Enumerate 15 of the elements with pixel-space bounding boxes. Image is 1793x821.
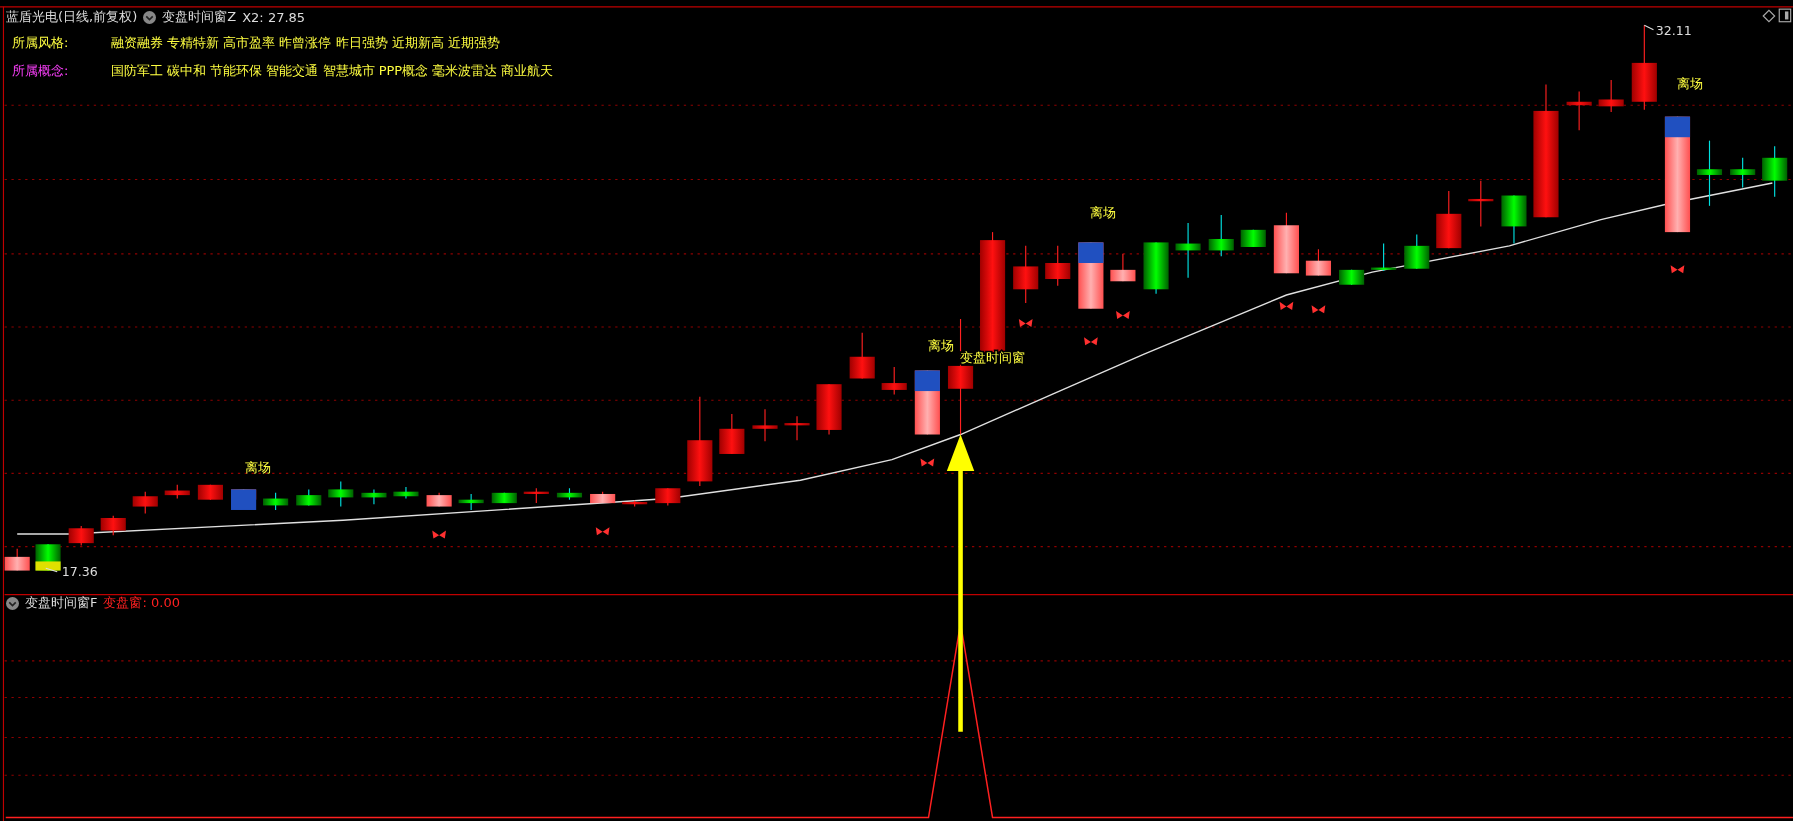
- panel-reading: 变盘窗: 0.00: [103, 594, 180, 612]
- panel-name: 变盘时间窗F: [25, 594, 98, 612]
- tag-values: 融资融券 专精特新 高市盈率 昨曾涨停 昨日强势 近期新高 近期强势: [111, 34, 500, 52]
- low-price-label: 17.36: [61, 564, 98, 580]
- exit-label: 离场: [1677, 76, 1704, 92]
- tag-label: 所属概念:: [11, 62, 70, 80]
- indicator-value: X2: 27.85: [242, 9, 306, 25]
- tag-values: 国防军工 碳中和 节能环保 智能交通 智慧城市 PPP概念 毫米波雷达 商业航天: [111, 62, 554, 80]
- exit-label: 离场: [928, 337, 955, 353]
- exit-label: 离场: [245, 460, 272, 476]
- high-price-label: 32.11: [1655, 23, 1692, 39]
- tag-label: 所属风格:: [11, 34, 70, 52]
- exit-label: 离场: [1090, 205, 1117, 221]
- stock-title: 蓝盾光电(日线,前复权): [6, 8, 138, 26]
- indicator-name: 变盘时间窗Z: [162, 8, 237, 26]
